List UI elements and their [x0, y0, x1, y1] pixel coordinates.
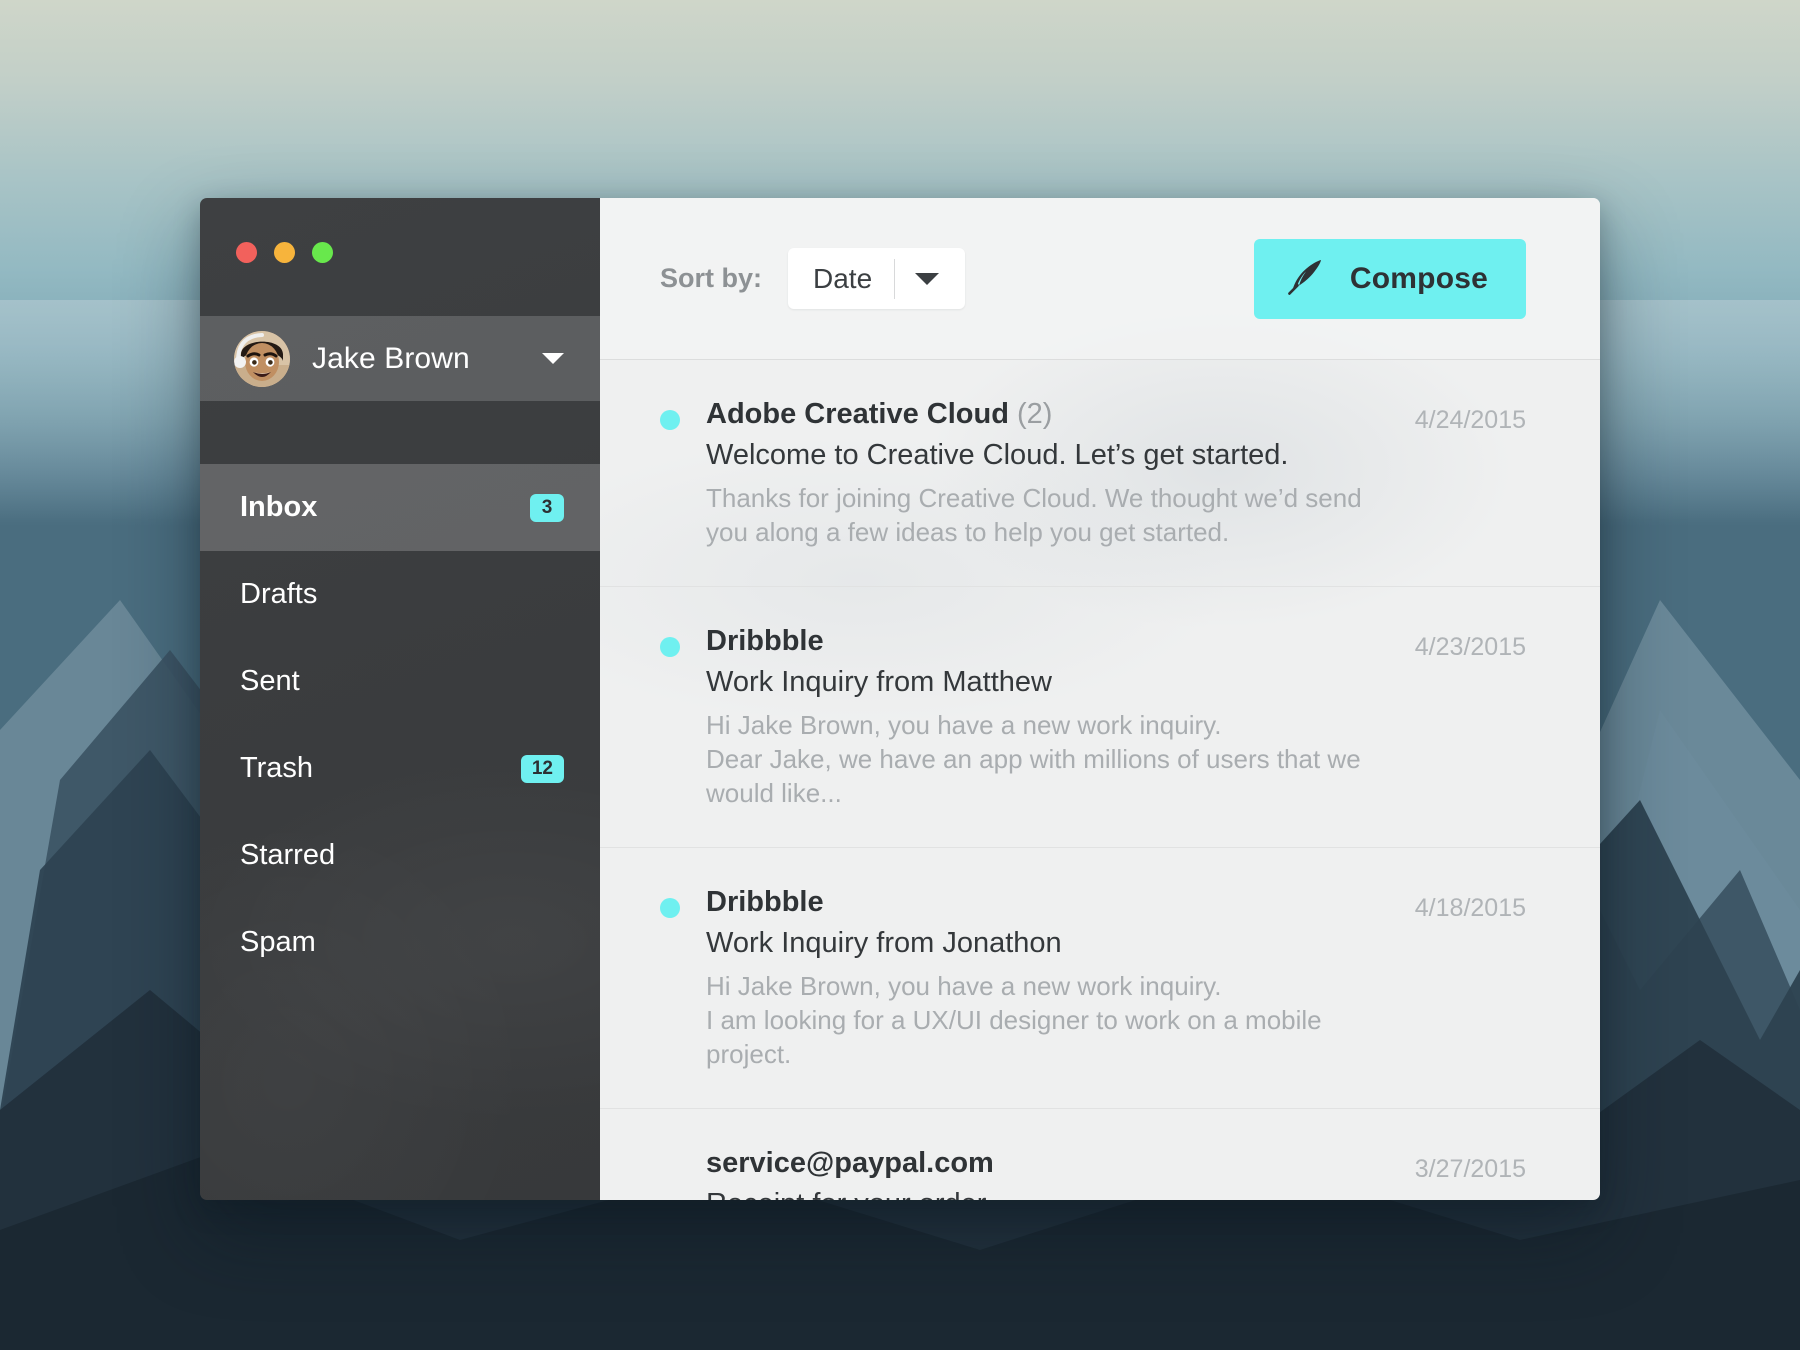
user-name: Jake Brown: [312, 341, 470, 375]
email-list: Adobe Creative Cloud (2) Welcome to Crea…: [600, 360, 1600, 1200]
sort-by-value: Date: [813, 262, 873, 294]
main-panel: Sort by: Date Compose Adobe Creative Clo…: [600, 198, 1600, 1200]
email-sender: Dribbble: [706, 625, 1385, 658]
compose-button-label: Compose: [1349, 261, 1488, 295]
email-subject: Work Inquiry from Jonathon: [706, 926, 1062, 959]
email-sender-name: Adobe Creative Cloud: [706, 398, 1009, 430]
email-content: service@paypal.com Receipt for your orde…: [706, 1147, 1385, 1201]
sidebar-item-spam[interactable]: Spam: [200, 899, 600, 986]
unread-indicator-column: [660, 1147, 706, 1201]
sidebar-item-label: Sent: [240, 665, 300, 697]
unread-dot-icon: [660, 410, 680, 430]
avatar: [234, 330, 290, 387]
email-subject: Receipt for your order: [706, 1188, 1385, 1201]
sort-by-dropdown[interactable]: Date: [788, 248, 966, 309]
email-app-window: Jake Brown Inbox 3 Drafts Sent Trash 12: [200, 198, 1600, 1200]
sidebar-item-trash[interactable]: Trash 12: [200, 725, 600, 812]
sidebar-item-label: Inbox: [240, 491, 318, 523]
sidebar-item-inbox[interactable]: Inbox 3: [200, 464, 600, 551]
email-content: Dribbble Work Inquiry from Matthew Hi Ja…: [706, 625, 1385, 811]
sidebar-item-label: Spam: [240, 926, 316, 958]
email-sender: Dribbble: [706, 886, 1385, 919]
feather-icon: [1284, 255, 1328, 302]
desktop-wallpaper: Jake Brown Inbox 3 Drafts Sent Trash 12: [0, 0, 1800, 1350]
email-sender-name: Dribbble: [706, 885, 824, 918]
email-thread-count: (2): [1017, 398, 1053, 430]
email-list-item[interactable]: Adobe Creative Cloud (2) Welcome to Crea…: [600, 360, 1600, 587]
status-badge: 3: [530, 493, 564, 522]
email-list-item[interactable]: service@paypal.com Receipt for your orde…: [600, 1109, 1600, 1201]
email-date: 4/18/2015: [1414, 893, 1526, 922]
sidebar-nav: Inbox 3 Drafts Sent Trash 12 Starred Spa…: [200, 464, 600, 986]
email-date: 4/23/2015: [1414, 632, 1526, 661]
sidebar-item-drafts[interactable]: Drafts: [200, 551, 600, 638]
traffic-light-group: [236, 242, 333, 263]
email-subject: Work Inquiry from Matthew: [706, 665, 1052, 698]
sidebar-item-label: Starred: [240, 839, 336, 871]
email-subject: Welcome to Creative Cloud. Let’s get sta…: [706, 439, 1289, 471]
email-list-item[interactable]: Dribbble Work Inquiry from Jonathon Hi J…: [600, 848, 1600, 1109]
unread-indicator-column: [660, 886, 706, 1072]
unread-indicator-column: [660, 398, 706, 550]
email-sender: Adobe Creative Cloud (2): [706, 398, 1385, 431]
email-preview: Hi Jake Brown, you have a new work inqui…: [706, 970, 1322, 1070]
user-account-row[interactable]: Jake Brown: [200, 316, 600, 401]
email-sender-name: service@paypal.com: [706, 1146, 994, 1179]
dropdown-divider: [894, 258, 896, 299]
sidebar-item-sent[interactable]: Sent: [200, 638, 600, 725]
email-date: 3/27/2015: [1414, 1154, 1526, 1183]
compose-button[interactable]: Compose: [1253, 238, 1526, 319]
sidebar-item-label: Trash: [240, 752, 314, 784]
chevron-down-icon: [915, 272, 940, 285]
email-list-item[interactable]: Dribbble Work Inquiry from Matthew Hi Ja…: [600, 587, 1600, 848]
chevron-down-icon[interactable]: [542, 353, 564, 364]
email-content: Dribbble Work Inquiry from Jonathon Hi J…: [706, 886, 1385, 1072]
close-window-button[interactable]: [236, 242, 257, 263]
toolbar: Sort by: Date Compose: [600, 198, 1600, 360]
status-badge: 12: [520, 754, 564, 783]
email-sender: service@paypal.com: [706, 1147, 1385, 1180]
sidebar-item-starred[interactable]: Starred: [200, 812, 600, 899]
email-date: 4/24/2015: [1414, 406, 1526, 434]
sidebar: Jake Brown Inbox 3 Drafts Sent Trash 12: [200, 198, 600, 1200]
email-preview: Hi Jake Brown, you have a new work inqui…: [706, 709, 1361, 809]
window-titlebar: [200, 198, 600, 316]
unread-dot-icon: [660, 636, 680, 657]
unread-dot-icon: [660, 897, 680, 918]
sort-by-label: Sort by:: [660, 263, 763, 293]
email-preview: Thanks for joining Creative Cloud. We th…: [706, 483, 1362, 548]
maximize-window-button[interactable]: [312, 242, 333, 263]
sidebar-item-label: Drafts: [240, 578, 318, 610]
unread-indicator-column: [660, 625, 706, 811]
email-sender-name: Dribbble: [706, 624, 824, 657]
minimize-window-button[interactable]: [274, 242, 295, 263]
email-content: Adobe Creative Cloud (2) Welcome to Crea…: [706, 398, 1385, 550]
